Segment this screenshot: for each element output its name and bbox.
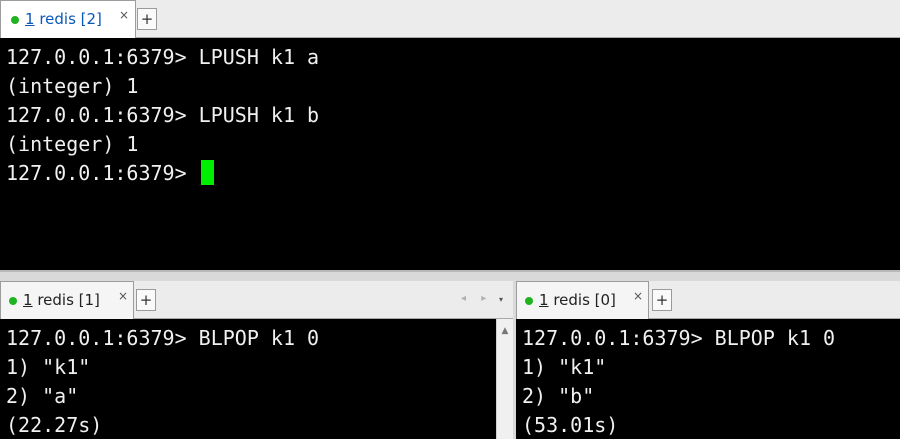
terminal-prompt-line: 127.0.0.1:6379>	[0, 159, 900, 188]
tab-scroll-arrows-icon[interactable]: ◂ ▸	[461, 293, 492, 304]
tab-label: 1 redis [2]	[25, 10, 102, 28]
terminal-line: (integer) 1	[6, 74, 139, 98]
tab-redis-1[interactable]: 1 redis [1] ×	[0, 281, 134, 319]
terminal-output-bottom-left[interactable]: 127.0.0.1:6379> BLPOP k1 0 1) "k1" 2) "a…	[0, 319, 513, 439]
new-tab-button[interactable]: +	[136, 289, 156, 311]
tab-label: 1 redis [1]	[23, 291, 100, 309]
prompt-text: 127.0.0.1:6379>	[6, 161, 199, 185]
close-tab-icon[interactable]: ×	[118, 290, 128, 302]
terminal-output-bottom-right[interactable]: 127.0.0.1:6379> BLPOP k1 0 1) "k1" 2) "b…	[516, 319, 900, 439]
terminal-line: 127.0.0.1:6379> BLPOP k1 0	[522, 326, 836, 350]
status-dot-icon	[11, 16, 19, 24]
terminal-cursor	[200, 160, 214, 185]
terminal-line: 127.0.0.1:6379> LPUSH k1 b	[6, 103, 320, 127]
terminal-line: 1) "k1"	[6, 355, 91, 379]
status-dot-icon	[525, 297, 533, 305]
tab-list-dropdown-icon[interactable]: ▾	[499, 295, 503, 304]
bottom-right-terminal-pane: 1 redis [0] × + 127.0.0.1:6379> BLPOP k1…	[516, 281, 900, 439]
vertical-scrollbar[interactable]: ▲	[496, 319, 513, 439]
tab-redis-0[interactable]: 1 redis [0] ×	[516, 281, 649, 319]
bottom-right-tab-bar: 1 redis [0] × +	[516, 281, 900, 319]
terminal-line: 2) "b"	[522, 384, 595, 408]
terminal-line: 127.0.0.1:6379> BLPOP k1 0	[6, 326, 320, 350]
terminal-output-top[interactable]: 127.0.0.1:6379> LPUSH k1 a (integer) 1 1…	[0, 38, 900, 270]
terminal-line: (22.27s)	[6, 413, 103, 437]
terminal-line: 1) "k1"	[522, 355, 607, 379]
close-tab-icon[interactable]: ×	[633, 290, 643, 302]
top-tab-bar: 1 redis [2] × +	[0, 0, 900, 38]
status-dot-icon	[9, 297, 17, 305]
top-terminal-pane: 1 redis [2] × + 127.0.0.1:6379> LPUSH k1…	[0, 0, 900, 272]
terminal-line: 2) "a"	[6, 384, 79, 408]
terminal-line: 127.0.0.1:6379> LPUSH k1 a	[6, 45, 320, 69]
new-tab-button[interactable]: +	[652, 289, 672, 311]
tab-redis-2[interactable]: 1 redis [2] ×	[0, 0, 136, 38]
new-tab-button[interactable]: +	[137, 8, 157, 30]
tab-label: 1 redis [0]	[539, 291, 616, 309]
terminal-line: (integer) 1	[6, 132, 139, 156]
bottom-left-tab-bar: 1 redis [1] × + ◂ ▸ ▾	[0, 281, 513, 319]
close-tab-icon[interactable]: ×	[119, 9, 129, 21]
bottom-left-terminal-pane: 1 redis [1] × + ◂ ▸ ▾ 127.0.0.1:6379> BL…	[0, 281, 513, 439]
scroll-up-icon[interactable]: ▲	[497, 323, 513, 340]
terminal-line: (53.01s)	[522, 413, 619, 437]
